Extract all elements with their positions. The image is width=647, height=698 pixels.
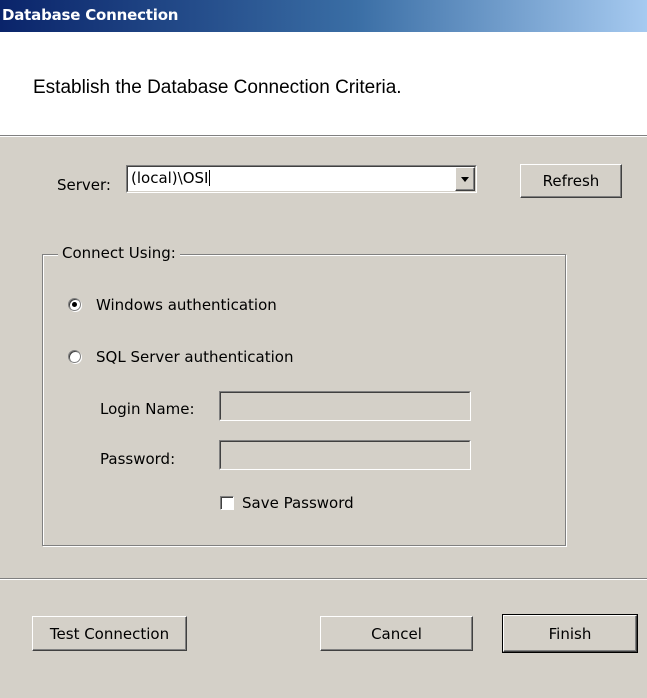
text-caret (209, 170, 211, 186)
header-divider-highlight (0, 136, 647, 137)
test-connection-button[interactable]: Test Connection (32, 616, 187, 651)
sql-auth-radio[interactable] (68, 350, 81, 363)
refresh-button[interactable]: Refresh (520, 164, 622, 198)
windows-auth-label[interactable]: Windows authentication (96, 296, 277, 314)
chevron-down-icon (461, 177, 469, 182)
save-password-checkbox[interactable] (220, 496, 234, 510)
login-name-field[interactable] (219, 391, 471, 421)
password-field[interactable] (219, 440, 471, 470)
server-combobox-value: (local)\OSI (131, 169, 211, 187)
password-label: Password: (100, 450, 176, 468)
save-password-label[interactable]: Save Password (242, 494, 354, 512)
footer-divider-highlight (0, 579, 647, 580)
sql-auth-label[interactable]: SQL Server authentication (96, 348, 293, 366)
login-name-label: Login Name: (100, 400, 195, 418)
header-panel: Establish the Database Connection Criter… (0, 32, 647, 135)
connect-using-legend: Connect Using: (58, 244, 180, 262)
windows-auth-radio[interactable] (68, 298, 81, 311)
server-label: Server: (57, 176, 111, 194)
header-instruction: Establish the Database Connection Criter… (33, 77, 402, 98)
server-dropdown-button[interactable] (455, 167, 475, 191)
window-title: Database Connection (2, 6, 179, 24)
radio-selected-dot (72, 302, 77, 307)
cancel-button[interactable]: Cancel (320, 616, 473, 651)
title-bar[interactable]: Database Connection (0, 0, 647, 32)
server-combobox[interactable]: (local)\OSI (126, 165, 477, 193)
finish-button[interactable]: Finish (502, 614, 638, 653)
